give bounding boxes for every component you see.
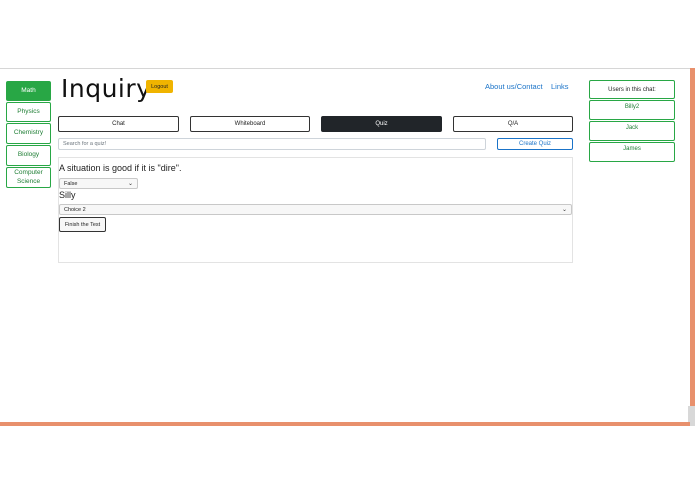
question-1-text: A situation is good if it is "dire". — [59, 163, 182, 173]
question-2-selected-value: Choice 2 — [64, 206, 86, 213]
finish-test-button[interactable]: Finish the Test — [59, 217, 106, 232]
users-panel-header: Users in this chat: — [589, 80, 675, 99]
quiz-search-input[interactable] — [58, 138, 486, 150]
window-border-bottom — [0, 422, 690, 426]
question-1-answer-select[interactable]: False ⌄ — [59, 178, 138, 189]
question-2-answer-select[interactable]: Choice 2 ⌄ — [59, 204, 572, 215]
window-border-right — [690, 68, 695, 426]
app-title: Inquiry — [61, 74, 152, 103]
user-item[interactable]: Billy2 — [589, 100, 675, 120]
subject-computer-science[interactable]: Computer Science — [6, 167, 51, 188]
chevron-down-icon: ⌄ — [561, 207, 567, 213]
chevron-down-icon: ⌄ — [127, 181, 133, 187]
subject-math[interactable]: Math — [6, 81, 51, 101]
tab-qa[interactable]: Q/A — [453, 116, 573, 132]
question-1-selected-value: False — [64, 180, 78, 187]
subject-chemistry[interactable]: Chemistry — [6, 123, 51, 144]
tab-chat[interactable]: Chat — [58, 116, 179, 132]
tab-quiz[interactable]: Quiz — [321, 116, 442, 132]
subject-physics[interactable]: Physics — [6, 102, 51, 122]
links-link[interactable]: Links — [551, 82, 569, 91]
create-quiz-button[interactable]: Create Quiz — [497, 138, 573, 150]
logout-button[interactable]: Logout — [146, 80, 173, 93]
user-item[interactable]: James — [589, 142, 675, 162]
subject-biology[interactable]: Biology — [6, 145, 51, 166]
tab-whiteboard[interactable]: Whiteboard — [190, 116, 310, 132]
question-2-text: Silly — [59, 190, 76, 200]
about-contact-link[interactable]: About us/Contact — [485, 82, 543, 91]
user-item[interactable]: Jack — [589, 121, 675, 141]
